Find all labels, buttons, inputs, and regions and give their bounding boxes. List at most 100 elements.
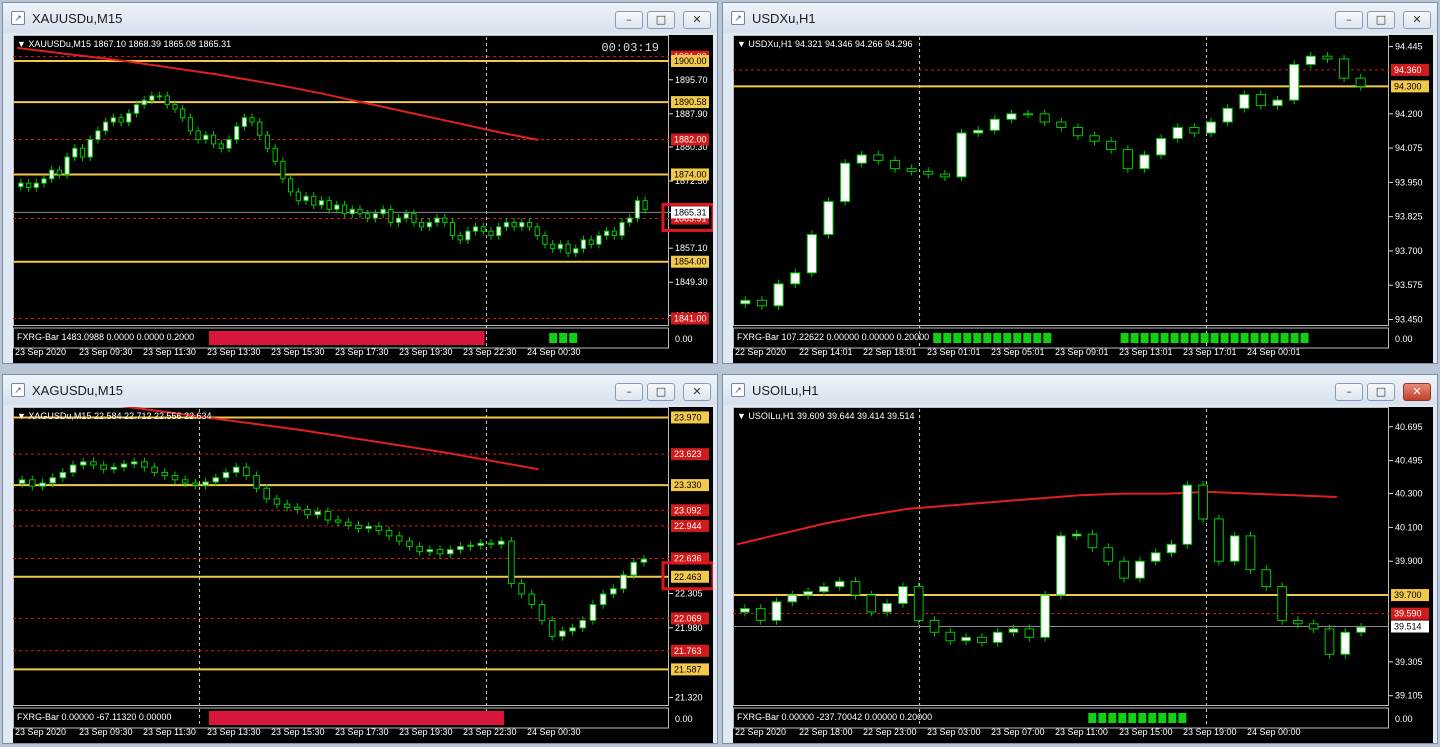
candle-body[interactable] (1255, 94, 1266, 107)
chart-window-xauusd[interactable]: ↗ XAUUSDu,M15 – □ ✕ 1895.70 1887.90 1880.3… (2, 2, 718, 364)
titlebar[interactable]: ↗ USOILu,H1 – □ ✕ (723, 375, 1437, 405)
candle-body[interactable] (243, 466, 250, 477)
candle-body[interactable] (1289, 63, 1300, 101)
candle-body[interactable] (164, 95, 170, 106)
titlebar[interactable]: ↗ XAUUSDu,M15 – □ ✕ (3, 3, 717, 33)
price-chart[interactable]: 94.445 94.200 94.075 93.950 93.825 93.700 93.5… (733, 35, 1433, 363)
candle-body[interactable] (1022, 113, 1034, 116)
candle-body[interactable] (1172, 127, 1183, 139)
candle-body[interactable] (303, 195, 309, 202)
candle-body[interactable] (823, 201, 834, 235)
candle-body[interactable] (416, 545, 423, 553)
candle-body[interactable] (79, 147, 86, 158)
close-button[interactable]: ✕ (1403, 11, 1431, 29)
candle-body[interactable] (511, 221, 517, 228)
candle-body[interactable] (559, 630, 566, 637)
candle-body[interactable] (1119, 560, 1129, 579)
candle-body[interactable] (130, 461, 138, 465)
candle-body[interactable] (1198, 484, 1208, 520)
candle-body[interactable] (357, 208, 363, 215)
candle-body[interactable] (589, 604, 597, 621)
candle-body[interactable] (18, 479, 26, 484)
candle-body[interactable] (787, 594, 798, 603)
candle-body[interactable] (1305, 55, 1316, 65)
candle-body[interactable] (171, 475, 179, 481)
candle-body[interactable] (39, 482, 46, 487)
candle-body[interactable] (627, 217, 633, 223)
chart-window-xagusd[interactable]: ↗ XAGUSDu,M15 – □ ✕ 22.305 21.980 21.320 23… (2, 374, 718, 744)
chart-window-usdx[interactable]: ↗ USDXu,H1 – □ ✕ 94.445 94.200 94.075 93.95… (722, 2, 1438, 364)
candle-body[interactable] (467, 544, 474, 547)
candle-body[interactable] (349, 208, 355, 215)
candle-body[interactable] (756, 299, 768, 307)
candle-body[interactable] (923, 170, 934, 175)
candle-body[interactable] (1135, 560, 1145, 579)
candle-body[interactable] (596, 235, 602, 245)
candle-body[interactable] (314, 511, 322, 516)
candle-body[interactable] (141, 99, 147, 106)
candle-body[interactable] (411, 213, 417, 223)
candle-body[interactable] (203, 134, 209, 141)
minimize-button[interactable]: – (615, 11, 643, 29)
candle-body[interactable] (110, 466, 118, 470)
candle-body[interactable] (850, 581, 861, 596)
candle-body[interactable] (272, 147, 278, 162)
candle-body[interactable] (1150, 552, 1161, 562)
candle-body[interactable] (1245, 535, 1256, 571)
candle-body[interactable] (457, 545, 464, 551)
candle-body[interactable] (395, 217, 402, 223)
candle-body[interactable] (1214, 518, 1224, 562)
candle-body[interactable] (1340, 631, 1351, 655)
candle-body[interactable] (151, 466, 158, 473)
candle-body[interactable] (90, 461, 97, 466)
candle-body[interactable] (603, 230, 610, 237)
price-chart[interactable]: 22.305 21.980 21.320 23.970 23.623 23.330 23.0… (13, 407, 713, 743)
candle-body[interactable] (961, 636, 971, 642)
candle-body[interactable] (977, 636, 987, 643)
candle-body[interactable] (180, 108, 186, 119)
candle-body[interactable] (913, 586, 924, 621)
candle-body[interactable] (1322, 55, 1333, 60)
candle-body[interactable] (64, 156, 70, 175)
candle-body[interactable] (156, 95, 163, 98)
candle-body[interactable] (989, 118, 1000, 131)
candle-body[interactable] (542, 235, 548, 245)
candle-body[interactable] (550, 243, 556, 250)
candle-body[interactable] (287, 178, 294, 193)
candle-body[interactable] (856, 154, 867, 164)
candle-body[interactable] (1056, 535, 1066, 596)
candle-body[interactable] (1308, 623, 1319, 630)
candle-body[interactable] (324, 511, 332, 521)
candle-body[interactable] (538, 604, 546, 621)
candle-body[interactable] (1024, 628, 1035, 638)
candle-body[interactable] (1056, 121, 1067, 129)
candle-body[interactable] (87, 139, 93, 158)
candle-body[interactable] (508, 540, 515, 584)
candle-body[interactable] (232, 466, 240, 473)
candle-body[interactable] (472, 226, 479, 232)
candle-body[interactable] (518, 582, 525, 595)
candle-body[interactable] (519, 221, 525, 228)
candle-body[interactable] (341, 204, 348, 215)
candle-body[interactable] (771, 601, 782, 621)
candle-body[interactable] (1039, 113, 1050, 123)
candle-body[interactable] (149, 95, 155, 101)
candle-body[interactable] (929, 619, 940, 633)
candle-body[interactable] (1072, 127, 1084, 137)
candle-body[interactable] (426, 549, 434, 553)
candle-body[interactable] (457, 235, 463, 241)
candle-body[interactable] (18, 182, 24, 188)
candle-body[interactable] (283, 503, 291, 508)
candle-body[interactable] (253, 475, 260, 489)
candle-body[interactable] (1205, 121, 1217, 134)
candle-body[interactable] (355, 524, 362, 529)
candle-body[interactable] (172, 104, 178, 110)
close-button[interactable]: ✕ (683, 383, 711, 401)
candle-body[interactable] (579, 619, 587, 629)
candle-body[interactable] (449, 221, 456, 237)
candle-body[interactable] (69, 464, 77, 473)
candle-body[interactable] (380, 208, 386, 215)
candle-body[interactable] (819, 586, 829, 593)
candle-body[interactable] (257, 121, 263, 136)
candle-body[interactable] (487, 542, 495, 545)
